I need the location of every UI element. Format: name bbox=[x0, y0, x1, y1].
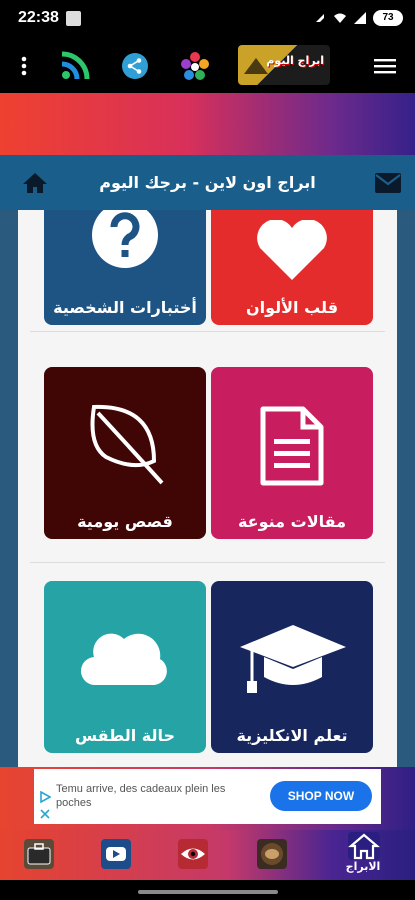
menu-icon bbox=[374, 58, 396, 73]
wifi-icon bbox=[334, 13, 346, 23]
page-title: ابراج اون لاين - برجك اليوم bbox=[99, 173, 316, 192]
colorful-star-icon bbox=[181, 51, 209, 80]
graduation-cap-icon bbox=[240, 625, 346, 693]
status-time: 22:38 bbox=[18, 9, 59, 26]
youtube-icon bbox=[106, 847, 126, 861]
tile-label: قصص يومية bbox=[77, 512, 173, 531]
mail-icon[interactable] bbox=[375, 173, 401, 193]
signal-icon bbox=[354, 12, 366, 24]
document-icon bbox=[260, 406, 324, 486]
header-banner bbox=[0, 93, 415, 155]
share-button[interactable] bbox=[120, 38, 150, 93]
status-bar: 22:38 73 bbox=[0, 0, 415, 38]
row-divider bbox=[30, 562, 385, 563]
home-icon bbox=[348, 833, 380, 860]
nav-home-label: الابراج bbox=[345, 860, 381, 873]
nav-coffee[interactable] bbox=[257, 839, 287, 869]
logo-text: ابراج اليوم bbox=[266, 54, 324, 67]
hamburger-menu-button[interactable] bbox=[370, 38, 400, 93]
tile-color-heart[interactable]: قلب الألوان bbox=[211, 210, 373, 325]
app-toolbar bbox=[0, 38, 415, 93]
heart-icon bbox=[257, 220, 327, 280]
status-icons: 73 bbox=[313, 10, 403, 26]
row-divider bbox=[30, 331, 385, 332]
rss-icon bbox=[61, 51, 90, 79]
tile-label: تعلم الانكليزية bbox=[236, 726, 348, 745]
coffee-cup-icon bbox=[261, 843, 283, 865]
tile-personality-tests[interactable]: أختبارات الشخصية bbox=[44, 210, 206, 325]
home-icon[interactable] bbox=[22, 172, 48, 194]
adchoices-icon[interactable] bbox=[39, 791, 51, 803]
share-icon bbox=[122, 52, 148, 79]
nav-home[interactable] bbox=[348, 832, 380, 860]
tile-label: أختبارات الشخصية bbox=[53, 298, 197, 317]
notification-icon bbox=[66, 11, 81, 26]
tile-various-articles[interactable]: مقالات منوعة bbox=[211, 367, 373, 539]
tile-label: قلب الألوان bbox=[245, 298, 339, 317]
tile-daily-stories[interactable]: قصص يومية bbox=[44, 367, 206, 539]
battery-indicator: 73 bbox=[373, 10, 403, 26]
apps-button[interactable] bbox=[178, 38, 212, 93]
question-icon bbox=[92, 210, 158, 268]
gesture-handle[interactable] bbox=[138, 890, 278, 894]
ad-text: Temu arrive, des cadeaux plein les poche… bbox=[56, 783, 226, 809]
shop-now-button[interactable]: SHOP NOW bbox=[270, 781, 372, 811]
tile-label: مقالات منوعة bbox=[237, 512, 347, 531]
leaf-icon bbox=[90, 404, 164, 485]
app-logo: ابراج اليوم bbox=[238, 45, 330, 85]
cloud-icon bbox=[80, 633, 167, 686]
more-vert-icon bbox=[21, 56, 27, 75]
close-icon[interactable] bbox=[39, 808, 51, 820]
briefcase-icon bbox=[27, 843, 51, 865]
data-saver-icon bbox=[316, 14, 324, 22]
nav-youtube[interactable] bbox=[101, 839, 131, 869]
tile-label: حالة الطقس bbox=[74, 726, 176, 745]
nav-eye[interactable] bbox=[178, 839, 208, 869]
nav-briefcase[interactable] bbox=[24, 839, 54, 869]
ad-banner[interactable]: Temu arrive, des cadeaux plein les poche… bbox=[34, 769, 381, 824]
overflow-menu-button[interactable] bbox=[14, 38, 34, 93]
content-grid: قلب الألوان أختبارات الشخصية مقالات منوع… bbox=[0, 210, 415, 767]
rss-button[interactable] bbox=[58, 38, 92, 93]
tile-weather[interactable]: حالة الطقس bbox=[44, 581, 206, 753]
tile-learn-english[interactable]: تعلم الانكليزية bbox=[211, 581, 373, 753]
eye-icon bbox=[181, 848, 205, 860]
title-bar: ابراج اون لاين - برجك اليوم bbox=[0, 155, 415, 210]
